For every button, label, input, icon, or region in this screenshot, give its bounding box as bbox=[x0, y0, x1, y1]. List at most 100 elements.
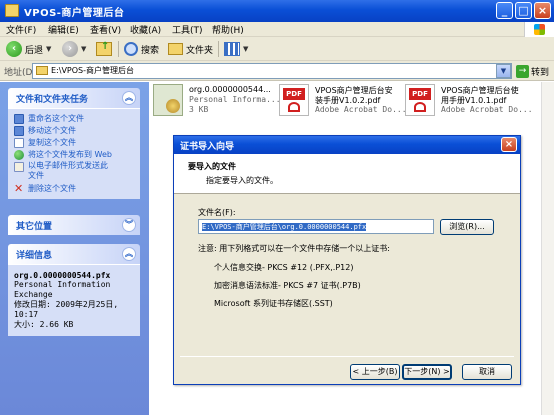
up-folder-button[interactable]: ↑ bbox=[96, 40, 112, 58]
forward-button[interactable]: › ▼ bbox=[62, 40, 86, 58]
task-label-cont: 文件 bbox=[28, 171, 44, 180]
task-delete[interactable]: ✕ 删除这个文件 bbox=[14, 183, 134, 195]
file-name-value: E:\VPOS-商户管理后台\org.0.0000000544.pfx bbox=[202, 223, 367, 231]
vertical-scrollbar[interactable] bbox=[541, 82, 554, 415]
file-name: org.0.0000000544... bbox=[189, 85, 271, 94]
window-title: VPOS-商户管理后台 bbox=[24, 8, 125, 19]
menu-edit[interactable]: 编辑(E) bbox=[48, 23, 79, 36]
other-places-header[interactable]: 其它位置 ︾ bbox=[8, 215, 140, 235]
file-item-pdf-user[interactable]: PDF VPOS商户管理后台使 用手册V1.0.1.pdf Adobe Acro… bbox=[405, 82, 533, 120]
file-tasks-title: 文件和文件夹任务 bbox=[16, 95, 89, 105]
task-copy[interactable]: 复制这个文件 bbox=[14, 137, 134, 149]
formats-note: 注意: 用下列格式可以在一个文件中存储一个以上证书: bbox=[198, 244, 390, 253]
go-label: 转到 bbox=[531, 67, 550, 78]
maximize-button[interactable]: □ bbox=[515, 2, 532, 19]
details-modified: 修改日期: 2009年2月25日, bbox=[14, 300, 119, 309]
back-label: 后退 bbox=[25, 45, 44, 56]
file-tasks-panel: 文件和文件夹任务 ︽ 重命名这个文件 移动这个文件 复制这个文件 将这个文件发布… bbox=[8, 88, 140, 199]
go-arrow-icon: → bbox=[516, 64, 529, 78]
details-type: Personal Information bbox=[14, 280, 111, 289]
format-sst: Microsoft 系列证书存储区(.SST) bbox=[214, 299, 333, 308]
address-input[interactable]: E:\VPOS-商户管理后台 bbox=[32, 63, 512, 79]
details-header[interactable]: 详细信息 ︽ bbox=[8, 244, 140, 264]
address-dropdown[interactable]: ▼ bbox=[496, 64, 511, 78]
dialog-header: 要导入的文件 指定要导入的文件。 bbox=[174, 154, 520, 194]
email-icon bbox=[14, 162, 24, 172]
move-icon bbox=[14, 126, 24, 136]
menu-file[interactable]: 文件(F) bbox=[6, 23, 36, 36]
menu-help[interactable]: 帮助(H) bbox=[212, 23, 244, 36]
other-places-panel: 其它位置 ︾ bbox=[8, 215, 140, 235]
go-button[interactable]: → 转到 bbox=[516, 63, 552, 79]
file-name-input[interactable]: E:\VPOS-商户管理后台\org.0.0000000544.pfx bbox=[198, 219, 434, 234]
file-type: Adobe Acrobat Do... bbox=[441, 105, 533, 114]
windows-flag-icon bbox=[534, 24, 545, 35]
views-icon bbox=[224, 42, 240, 56]
task-rename[interactable]: 重命名这个文件 bbox=[14, 113, 134, 125]
dialog-subheading: 指定要导入的文件。 bbox=[206, 176, 278, 185]
publish-web-icon bbox=[14, 150, 24, 160]
chevron-down-icon[interactable]: ▼ bbox=[46, 45, 51, 53]
expand-icon[interactable]: ︾ bbox=[122, 218, 136, 232]
file-type: Adobe Acrobat Do... bbox=[315, 105, 407, 114]
menu-tools[interactable]: 工具(T) bbox=[172, 23, 203, 36]
details-title: 详细信息 bbox=[16, 251, 53, 261]
details-type-cont: Exchange bbox=[14, 290, 53, 299]
chevron-down-icon[interactable]: ▼ bbox=[81, 45, 86, 53]
cancel-button[interactable]: 取消 bbox=[462, 364, 512, 380]
menu-favorites[interactable]: 收藏(A) bbox=[130, 23, 161, 36]
menu-bar: 文件(F) 编辑(E) 查看(V) 收藏(A) 工具(T) 帮助(H) bbox=[0, 22, 554, 37]
file-type: Personal Informa... bbox=[189, 95, 281, 104]
certificate-import-wizard: 证书导入向导 × 要导入的文件 指定要导入的文件。 文件名(F): E:\VPO… bbox=[173, 135, 521, 385]
collapse-icon[interactable]: ︽ bbox=[122, 91, 136, 105]
dialog-close-button[interactable]: × bbox=[501, 137, 517, 152]
up-folder-icon: ↑ bbox=[96, 41, 112, 56]
chevron-down-icon[interactable]: ▼ bbox=[243, 45, 248, 53]
task-publish-web[interactable]: 将这个文件发布到 Web bbox=[14, 149, 134, 161]
task-label: 删除这个文件 bbox=[28, 184, 76, 193]
search-icon bbox=[124, 42, 138, 56]
back-step-button[interactable]: < 上一步(B) bbox=[350, 364, 400, 380]
back-button[interactable]: ‹ 后退 ▼ bbox=[6, 40, 51, 58]
copy-icon bbox=[14, 138, 24, 148]
dialog-title-bar: 证书导入向导 × bbox=[174, 136, 520, 154]
file-tasks-header[interactable]: 文件和文件夹任务 ︽ bbox=[8, 88, 140, 108]
folders-label: 文件夹 bbox=[186, 45, 214, 56]
task-label: 复制这个文件 bbox=[28, 138, 76, 147]
close-window-button[interactable]: × bbox=[534, 2, 551, 19]
rename-icon bbox=[14, 114, 24, 124]
menu-view[interactable]: 查看(V) bbox=[90, 23, 121, 36]
folders-icon bbox=[168, 43, 183, 55]
task-move[interactable]: 移动这个文件 bbox=[14, 125, 134, 137]
task-email[interactable]: 以电子邮件形式发送此 文件 bbox=[14, 161, 134, 183]
task-pane: 文件和文件夹任务 ︽ 重命名这个文件 移动这个文件 复制这个文件 将这个文件发布… bbox=[0, 82, 149, 415]
file-item-cert[interactable]: org.0.0000000544... Personal Informa... … bbox=[153, 82, 281, 120]
window-title-bar: VPOS-商户管理后台 _ □ × bbox=[0, 0, 554, 22]
collapse-icon[interactable]: ︽ bbox=[122, 247, 136, 261]
forward-arrow-icon: › bbox=[62, 41, 78, 57]
dialog-heading: 要导入的文件 bbox=[188, 162, 236, 171]
delete-icon: ✕ bbox=[14, 182, 24, 195]
dialog-divider bbox=[180, 356, 514, 357]
other-places-title: 其它位置 bbox=[16, 222, 53, 232]
details-size: 大小: 2.66 KB bbox=[14, 320, 74, 329]
browse-button[interactable]: 浏览(R)... bbox=[440, 219, 494, 235]
format-pfx: 个人信息交换- PKCS #12 (.PFX,.P12) bbox=[214, 263, 354, 272]
next-step-button[interactable]: 下一步(N) > bbox=[402, 364, 452, 380]
back-arrow-icon: ‹ bbox=[6, 41, 22, 57]
address-bar: 地址(D) E:\VPOS-商户管理后台 ▼ → 转到 bbox=[0, 61, 554, 81]
minimize-button[interactable]: _ bbox=[496, 2, 513, 19]
folder-icon bbox=[5, 4, 19, 17]
views-button[interactable]: ▼ bbox=[224, 40, 248, 58]
folder-icon bbox=[36, 66, 48, 75]
file-item-pdf-install[interactable]: PDF VPOS商户管理后台安 装手册V1.0.2.pdf Adobe Acro… bbox=[279, 82, 407, 120]
toolbar: ‹ 后退 ▼ › ▼ ↑ 搜索 文件夹 ▼ bbox=[0, 37, 554, 61]
search-button[interactable]: 搜索 bbox=[124, 40, 159, 58]
task-label: 移动这个文件 bbox=[28, 126, 76, 135]
dialog-title: 证书导入向导 bbox=[180, 142, 235, 152]
certificate-icon bbox=[153, 84, 183, 116]
folders-button[interactable]: 文件夹 bbox=[168, 40, 213, 58]
details-file-name: org.0.0000000544.pfx bbox=[14, 271, 111, 280]
pdf-icon: PDF bbox=[279, 84, 309, 116]
windows-logo bbox=[524, 22, 554, 37]
